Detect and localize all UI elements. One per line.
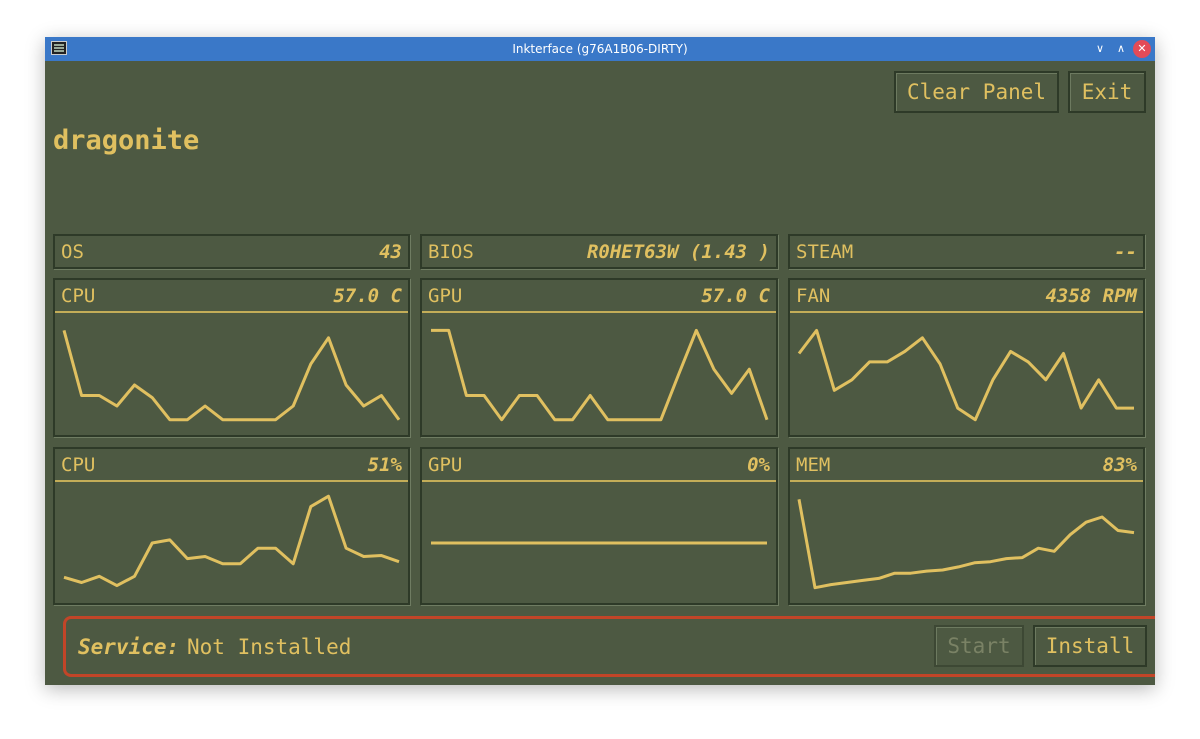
mem-panel: MEM 83% xyxy=(788,447,1145,605)
exit-button[interactable]: Exit xyxy=(1068,71,1146,113)
cpu-usage-graph xyxy=(63,494,400,588)
cpu-temp-label: CPU xyxy=(61,285,96,307)
service-bar: Service: Not Installed Start Install xyxy=(63,616,1155,677)
cpu-temp-graph xyxy=(62,330,401,422)
steam-info: STEAM -- xyxy=(788,234,1145,269)
fan-label: FAN xyxy=(796,285,831,307)
gpu-temp-value: 57.0 C xyxy=(701,285,770,307)
cpu-usage-panel: CPU 51% xyxy=(53,447,410,605)
bios-info: BIOS R0HET63W (1.43 ) xyxy=(420,234,778,269)
cpu-usage-value: 51% xyxy=(367,454,402,476)
fan-panel: FAN 4358 RPM xyxy=(788,278,1145,437)
mem-graph xyxy=(797,499,1135,590)
cpu-temp-line xyxy=(62,330,401,422)
bios-value: R0HET63W (1.43 ) xyxy=(586,241,770,263)
gpu-usage-value: 0% xyxy=(747,454,770,476)
gpu-usage-graph xyxy=(431,541,767,545)
steam-label: STEAM xyxy=(796,241,854,263)
minimize-icon[interactable]: ∨ xyxy=(1091,40,1109,58)
gpu-usage-label: GPU xyxy=(428,454,463,476)
gpu-usage-panel: GPU 0% xyxy=(420,447,778,605)
gpu-temp-line xyxy=(431,328,769,422)
close-icon[interactable]: ✕ xyxy=(1133,40,1151,58)
os-value: 43 xyxy=(379,241,402,263)
service-status: Not Installed xyxy=(187,635,352,659)
start-button[interactable]: Start xyxy=(934,625,1024,667)
maximize-icon[interactable]: ∧ xyxy=(1112,40,1130,58)
bios-label: BIOS xyxy=(428,241,474,263)
cpu-temp-panel: CPU 57.0 C xyxy=(53,278,410,437)
title-bar[interactable]: Inkterface (g76A1B06-DIRTY) ∨ ∧ ✕ xyxy=(45,37,1155,61)
mem-value: 83% xyxy=(1102,454,1137,476)
fan-line xyxy=(797,328,1134,422)
os-label: OS xyxy=(61,241,84,263)
hostname: dragonite xyxy=(53,125,200,156)
window-title: Inkterface (g76A1B06-DIRTY) xyxy=(512,42,688,56)
mem-line xyxy=(797,499,1135,590)
steam-value: -- xyxy=(1114,241,1137,263)
gpu-temp-panel: GPU 57.0 C xyxy=(420,278,778,437)
install-button[interactable]: Install xyxy=(1033,625,1147,667)
service-label: Service: xyxy=(78,635,180,659)
os-info: OS 43 xyxy=(53,234,410,269)
clear-panel-button[interactable]: Clear Panel xyxy=(894,71,1059,113)
cpu-temp-value: 57.0 C xyxy=(333,285,402,307)
app-window: Inkterface (g76A1B06-DIRTY) ∨ ∧ ✕ Clear … xyxy=(45,37,1155,685)
fan-value: 4358 RPM xyxy=(1045,285,1137,307)
cpu-usage-label: CPU xyxy=(61,454,96,476)
gpu-temp-graph xyxy=(431,328,769,422)
cpu-usage-line xyxy=(63,494,400,588)
mem-label: MEM xyxy=(796,454,831,476)
gpu-temp-label: GPU xyxy=(428,285,463,307)
fan-graph xyxy=(797,328,1134,422)
